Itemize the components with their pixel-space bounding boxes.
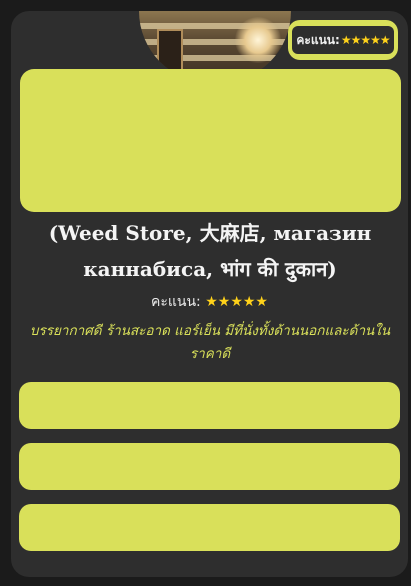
store-description: บรรยากาศดี ร้านสะอาด แอร์เย็น มีที่นั่งท… [29,323,391,362]
action-tile-2[interactable] [19,443,400,490]
rating-badge: คะแนน: ★★★★★ [288,20,398,60]
photo-light [235,17,281,63]
action-tile-3[interactable] [19,504,400,551]
rating-badge-label: คะแนน: [296,32,340,47]
rating-label: คะแนน: [151,294,201,310]
action-tile-1[interactable] [19,382,400,429]
place-card[interactable]: คะแนน: ★★★★★ (Weed Store, 大麻店, магазин к… [11,11,408,577]
rating-badge-inner: คะแนน: ★★★★★ [292,26,394,54]
hero-image-placeholder[interactable] [20,69,401,212]
rating-stars-icon: ★★★★★ [205,294,268,310]
rating-row: คะแนน: ★★★★★ [11,291,408,313]
rating-badge-stars-icon: ★★★★★ [340,33,391,47]
store-name: (Weed Store, 大麻店, магазин каннабиса, भां… [48,221,372,281]
